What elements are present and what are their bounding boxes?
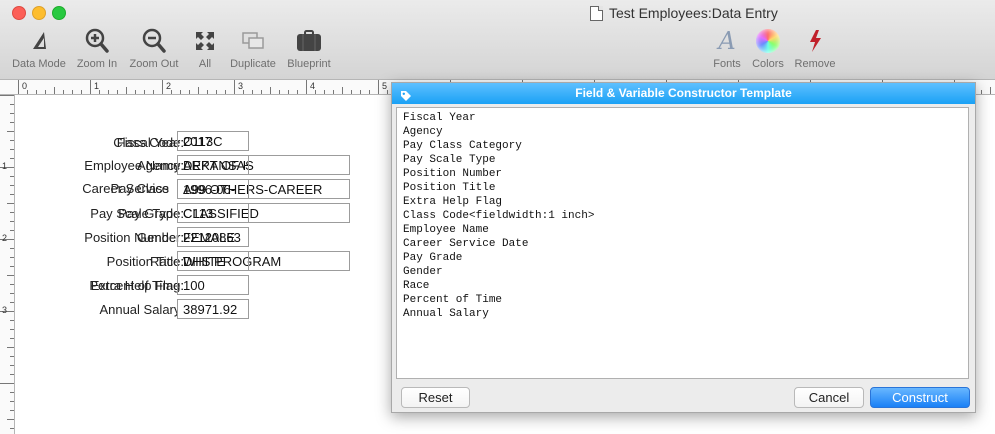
remove-button[interactable]: Remove — [792, 26, 838, 70]
document-icon — [590, 5, 603, 21]
template-line: Extra Help Flag — [403, 196, 503, 208]
all-button[interactable]: All — [190, 26, 220, 70]
all-label: All — [198, 58, 212, 70]
window-title: Test Employees:Data Entry — [590, 4, 778, 22]
employee-name-field[interactable]: DEPT OF HUMAN — [177, 155, 249, 175]
duplicate-label: Duplicate — [230, 58, 276, 70]
zoom-in-icon — [74, 26, 120, 56]
ruler-number: 3 — [238, 81, 244, 91]
zoom-in-label: Zoom In — [76, 58, 118, 70]
zoom-out-icon — [126, 26, 182, 56]
constructor-dialog: Field & Variable Constructor Template Fi… — [391, 82, 976, 413]
class-code-field[interactable]: C113C — [177, 131, 249, 151]
field-label: Annual Salary: — [99, 302, 184, 317]
window-chrome: Test Employees:Data Entry Data Mode Zoom… — [0, 0, 995, 80]
ruler-number: 5 — [382, 81, 388, 91]
cancel-button[interactable]: Cancel — [794, 387, 864, 408]
template-line: Race — [403, 280, 430, 292]
blueprint-button[interactable]: Blueprint — [284, 26, 334, 70]
vertical-ruler: 1 2 3 — [0, 95, 15, 434]
percent-of-time-field[interactable]: 100 — [177, 275, 249, 295]
ruler-number: 3 — [2, 305, 8, 315]
lightning-bolt-icon — [792, 26, 838, 56]
ruler-number: 2 — [2, 233, 8, 243]
pay-grade-field[interactable]: C113 — [177, 203, 249, 223]
template-line: Annual Salary — [403, 308, 489, 320]
field-label: Class Code: — [113, 135, 184, 150]
ruler-number: 4 — [310, 81, 316, 91]
career-service-field[interactable]: 1996-06- — [177, 179, 249, 199]
duplicate-button[interactable]: Duplicate — [226, 26, 280, 70]
briefcase-icon — [284, 26, 334, 56]
fonts-label: Fonts — [713, 58, 741, 70]
remove-label: Remove — [794, 58, 836, 70]
gender-field[interactable]: FEMALE — [177, 227, 249, 247]
zoom-in-button[interactable]: Zoom In — [74, 26, 120, 70]
field-label: Career Service — [82, 181, 169, 196]
template-line: Fiscal Year — [403, 112, 476, 124]
ruler-number: 0 — [22, 81, 28, 91]
data-mode-button[interactable]: Data Mode — [8, 26, 70, 70]
reset-button[interactable]: Reset — [401, 387, 470, 408]
colors-button[interactable]: Colors — [748, 26, 788, 70]
template-line: Position Number — [403, 168, 503, 180]
template-line: Percent of Time — [403, 294, 503, 306]
tag-icon — [400, 88, 412, 109]
color-wheel-icon — [748, 26, 788, 56]
field-label: Percent of Time: — [89, 278, 184, 293]
template-line: Position Title — [403, 182, 496, 194]
template-line: Class Code<fieldwidth:1 inch> — [403, 210, 595, 222]
ruler-number: 1 — [94, 81, 100, 91]
data-mode-label: Data Mode — [12, 58, 66, 70]
template-textarea[interactable]: Fiscal Year Agency Pay Class Category Pa… — [396, 107, 969, 379]
fonts-icon: A — [718, 27, 736, 55]
dialog-title: Field & Variable Constructor Template — [575, 86, 792, 100]
window-title-text: Test Employees:Data Entry — [609, 5, 778, 21]
template-line: Agency — [403, 126, 443, 138]
zoom-window-button[interactable] — [52, 6, 66, 20]
colors-label: Colors — [752, 58, 784, 70]
construct-button[interactable]: Construct — [870, 387, 970, 408]
close-window-button[interactable] — [12, 6, 26, 20]
field-label: Pay Grade: — [118, 206, 184, 221]
template-line: Pay Scale Type — [403, 154, 496, 166]
template-line: Employee Name — [403, 224, 489, 236]
zoom-out-label: Zoom Out — [129, 58, 179, 70]
annual-salary-field[interactable]: 38971.92 — [177, 299, 249, 319]
template-line: Career Service Date — [403, 238, 529, 250]
blueprint-label: Blueprint — [287, 58, 331, 70]
ruler-number: 1 — [2, 161, 8, 171]
race-field[interactable]: WHITE — [177, 251, 249, 271]
data-mode-icon — [8, 26, 70, 56]
ruler-number: 2 — [166, 81, 172, 91]
template-line: Pay Class Category — [403, 140, 522, 152]
expand-arrows-icon — [190, 26, 220, 56]
zoom-out-button[interactable]: Zoom Out — [126, 26, 182, 70]
duplicate-icon — [226, 26, 280, 56]
fonts-button[interactable]: A Fonts — [708, 26, 746, 70]
template-line: Gender — [403, 266, 443, 278]
template-line: Pay Grade — [403, 252, 463, 264]
dialog-title-bar[interactable]: Field & Variable Constructor Template — [392, 83, 975, 104]
field-label: Employee Name: — [84, 158, 184, 173]
minimize-window-button[interactable] — [32, 6, 46, 20]
